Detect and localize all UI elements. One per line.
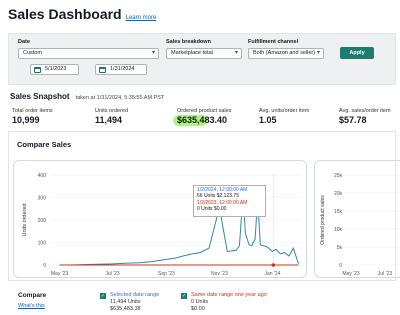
metric-value: $635,483.40 [177,115,228,125]
end-date-input[interactable]: 1/31/2024 [95,64,147,75]
selected-range-sales: $635,483.38 [110,306,141,312]
chart-tooltip: 1/2/2024, 12:00:00 AM 66 Units $2,123.75… [193,185,266,217]
units-ordered-chart[interactable]: 0 100 200 300 400 Units ordered May '23 Jul '23… [14,161,307,278]
metric-value: 11,494 [95,115,123,125]
x-tick-label: Nov '23 [211,271,228,277]
apply-button[interactable]: Apply [340,47,374,59]
y-tick-label: 5k [337,245,343,251]
y-tick-label: 0 [43,263,46,269]
filter-panel: Date Custom ▾ 5/1/2023 1/31/2024 Sales b… [8,33,396,85]
end-date-value: 1/31/2024 [110,66,135,72]
start-date-input[interactable]: 5/1/2023 [30,64,79,75]
hover-point-previous [271,263,276,267]
snapshot-timestamp: taken at 1/31/2024, 5:35:55 AM PST [75,95,165,101]
date-select-value: Custom [23,50,42,56]
snapshot-title: Sales Snapshot [10,92,70,101]
y-tick-label: 100 [38,241,47,247]
y-tick-label: 400 [38,173,47,179]
metric-value: $57.78 [339,115,367,125]
y-tick-label: 0 [339,263,342,269]
whats-this-link[interactable]: What's this [18,303,45,309]
fulfillment-select-value: Both (Amazon and seller) [253,50,316,56]
page-title: Sales Dashboard [8,6,122,22]
metric-units-ordered: Units ordered 11,494 [95,108,128,125]
sales-chart-frame: 0 5k 10k 15k 20k 25k Ordered product sales May … [314,160,400,278]
chevron-down-icon: ▾ [151,50,155,56]
previous-range-label: Same date range one year ago [191,292,267,298]
calendar-icon [99,66,106,73]
tooltip-previous-values: 0 Units $0.00 [197,206,227,213]
x-tick-label: Jan '24 [264,271,280,277]
breakdown-select[interactable]: Marketplace total ▾ [166,48,242,59]
y-tick-label: 15k [334,209,343,215]
fulfillment-select[interactable]: Both (Amazon and seller) ▾ [248,48,324,59]
selected-range-label: Selected date range [110,292,160,298]
sales-snapshot-header: Sales Snapshot taken at 1/31/2024, 5:35:… [10,92,164,101]
compare-sales-title: Compare Sales [17,140,72,149]
date-label: Date [18,39,30,45]
y-tick-label: 20k [334,191,343,197]
previous-range-sales: $0.00 [191,306,205,312]
y-tick-label: 200 [38,218,47,224]
date-select[interactable]: Custom ▾ [18,48,159,59]
y-axis-label: Units ordered [22,203,28,236]
x-tick-label: May '23 [342,271,360,277]
units-chart-frame: 0 100 200 300 400 Units ordered May '23 Jul '23… [13,160,307,278]
metric-label: Units ordered [95,108,129,114]
x-tick-label: Jul '23 [105,271,120,277]
x-tick-label: Jul '23 [378,271,393,277]
compare-legend-row: Compare What's this ✓ Selected date rang… [8,283,396,315]
learn-more-link[interactable]: Learn more [126,15,157,21]
metric-label: Avg. units/order item [259,108,310,114]
metric-value: 1.05 [259,115,277,125]
start-date-value: 5/1/2023 [45,66,67,72]
x-tick-label: Sep '23 [158,271,175,277]
metric-value: 10,999 [12,115,40,125]
breakdown-select-value: Marketplace total [171,50,213,56]
x-tick-label: May '23 [51,271,69,277]
fulfillment-label: Fulfillment channel [248,39,299,45]
selected-range-checkbox[interactable]: ✓ [100,293,106,299]
breakdown-label: Sales breakdown [166,39,211,45]
previous-range-units: 0 Units [191,299,209,305]
product-sales-chart[interactable]: 0 5k 10k 15k 20k 25k Ordered product sales May … [315,161,400,278]
previous-range-checkbox[interactable]: ✓ [181,293,187,299]
compare-label: Compare [18,292,47,299]
metric-avg-sales-per-order-item: Avg. sales/order item $57.78 [339,108,391,125]
metric-avg-units-per-order-item: Avg. units/order item 1.05 [259,108,309,125]
metric-ordered-product-sales: Ordered product sales $635,483.40 [173,108,232,126]
metric-label: Total order items [12,108,53,114]
chevron-down-icon: ▾ [316,50,320,56]
metric-label: Ordered product sales [177,108,232,114]
calendar-icon [34,66,41,73]
y-tick-label: 300 [38,196,47,202]
selected-range-units: 11,494 Units [110,299,141,305]
y-tick-label: 10k [334,227,343,233]
chevron-down-icon: ▾ [234,50,238,56]
metric-total-order-items: Total order items 10,999 [12,108,53,125]
y-tick-label: 25k [334,173,343,179]
y-axis-label: Ordered product sales [320,195,326,245]
metric-label: Avg. sales/order item [339,108,391,114]
page-header: Sales Dashboard Learn more [8,6,156,22]
